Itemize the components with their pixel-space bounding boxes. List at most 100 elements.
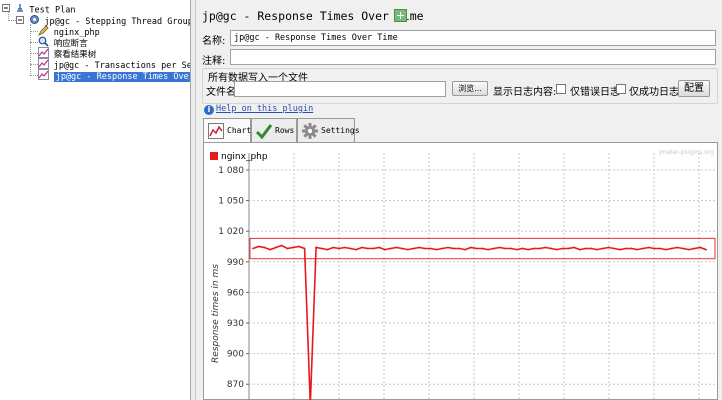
data-point bbox=[573, 246, 575, 249]
data-point bbox=[384, 248, 386, 251]
data-point bbox=[510, 247, 512, 250]
data-point bbox=[670, 247, 673, 250]
configure-button[interactable]: 配置 bbox=[678, 80, 710, 97]
data-point bbox=[544, 246, 547, 249]
checkmark-icon bbox=[255, 122, 273, 140]
data-point bbox=[464, 248, 467, 251]
data-point bbox=[378, 246, 381, 249]
name-label: 名称: bbox=[202, 36, 226, 47]
data-point bbox=[561, 247, 564, 250]
chart-icon bbox=[207, 122, 225, 140]
y-tick-label: 900 bbox=[227, 350, 244, 360]
test-plan-tree[interactable]: Test Plan jp@gc - Stepping Thread Group … bbox=[0, 0, 191, 400]
y-tick-label: 1 020 bbox=[218, 227, 244, 237]
tree-connector bbox=[30, 53, 38, 54]
comment-label: 注释: bbox=[202, 56, 226, 67]
chart-canvas: 1 080 1 050 1 020 990 960 930 900 870 Response t… bbox=[210, 149, 716, 400]
data-point bbox=[401, 247, 403, 250]
data-point bbox=[349, 247, 352, 250]
data-point bbox=[286, 247, 289, 250]
help-link[interactable]: Help on this plugin bbox=[216, 104, 313, 114]
y-tick-label: 930 bbox=[227, 319, 244, 329]
data-point bbox=[429, 247, 432, 250]
tree-connector bbox=[30, 31, 38, 32]
legend-swatch bbox=[210, 152, 218, 160]
data-point bbox=[452, 247, 455, 250]
data-point bbox=[665, 248, 667, 251]
listener-panel: jp@gc - Response Times Over Time 名称: jp@… bbox=[196, 0, 722, 400]
data-point bbox=[682, 247, 684, 250]
data-point bbox=[257, 245, 260, 248]
collapse-toggle-icon[interactable] bbox=[2, 4, 10, 16]
expand-icon[interactable] bbox=[394, 9, 407, 22]
y-tick-label: 960 bbox=[227, 288, 244, 298]
gear-icon bbox=[301, 122, 319, 140]
data-point bbox=[504, 247, 507, 250]
data-point bbox=[647, 246, 650, 249]
data-point bbox=[441, 247, 444, 250]
data-point bbox=[263, 246, 266, 249]
data-point bbox=[556, 248, 558, 251]
tree-connector bbox=[30, 75, 38, 76]
data-point bbox=[584, 247, 587, 250]
data-point bbox=[355, 248, 358, 251]
data-point bbox=[487, 248, 489, 251]
y-tick-label: 1 080 bbox=[218, 166, 244, 176]
data-point bbox=[418, 246, 421, 249]
data-point bbox=[642, 247, 644, 250]
data-point bbox=[412, 247, 415, 250]
data-point bbox=[590, 247, 593, 250]
tab-rows[interactable]: Rows bbox=[251, 118, 297, 142]
data-point bbox=[613, 247, 616, 250]
data-point bbox=[636, 248, 639, 251]
filename-input[interactable] bbox=[234, 81, 446, 97]
tree-connector bbox=[30, 64, 38, 65]
data-point bbox=[601, 247, 604, 250]
data-point bbox=[298, 245, 300, 248]
tab-settings[interactable]: Settings bbox=[297, 118, 360, 142]
data-point bbox=[693, 247, 696, 250]
data-point bbox=[596, 248, 598, 251]
tree-connector bbox=[30, 42, 38, 43]
tree-item-response-times-over-time[interactable]: jp@gc - Response Times Over Time bbox=[38, 69, 190, 82]
errors-only-checkbox[interactable] bbox=[556, 84, 566, 94]
data-point bbox=[326, 248, 329, 251]
data-point bbox=[676, 246, 679, 249]
info-icon: i bbox=[204, 105, 214, 115]
y-tick-label: 1 050 bbox=[218, 197, 244, 207]
errors-only-label: 仅错误日志 bbox=[570, 87, 620, 98]
browse-button[interactable]: 浏览... bbox=[452, 81, 488, 96]
collapse-toggle-icon[interactable] bbox=[16, 15, 24, 28]
data-point bbox=[521, 247, 524, 250]
data-point bbox=[687, 248, 690, 251]
log-content-label: 显示日志内容: bbox=[493, 87, 557, 98]
data-point bbox=[624, 247, 627, 250]
tree-item-label: jp@gc - Response Times Over Time bbox=[53, 72, 190, 82]
data-point bbox=[395, 246, 398, 249]
data-point bbox=[343, 246, 346, 249]
data-point bbox=[338, 247, 340, 250]
panel-title: jp@gc - Response Times Over Time bbox=[202, 9, 424, 23]
data-point bbox=[538, 247, 541, 250]
name-field[interactable]: jp@gc - Response Times Over Time bbox=[230, 30, 716, 46]
tab-label: Rows bbox=[275, 126, 295, 135]
data-point bbox=[320, 247, 323, 250]
data-point bbox=[303, 247, 306, 250]
tab-chart[interactable]: Chart bbox=[203, 118, 251, 143]
data-point bbox=[630, 247, 633, 250]
data-point bbox=[292, 246, 294, 249]
response-time-chart[interactable]: 1 080 1 050 1 020 990 960 930 900 870 Response t… bbox=[203, 142, 718, 400]
y-axis-label: Response times in ms bbox=[211, 264, 221, 363]
success-only-checkbox[interactable] bbox=[616, 84, 626, 94]
comment-field[interactable] bbox=[230, 49, 716, 65]
data-point bbox=[653, 247, 656, 250]
data-point bbox=[372, 247, 375, 250]
legend-label: nginx_php bbox=[221, 152, 268, 162]
data-point bbox=[619, 248, 621, 251]
data-point bbox=[389, 247, 392, 250]
data-point bbox=[361, 246, 363, 249]
data-point bbox=[275, 246, 277, 249]
data-point bbox=[550, 247, 553, 250]
data-point bbox=[315, 246, 317, 249]
data-point bbox=[470, 246, 472, 249]
